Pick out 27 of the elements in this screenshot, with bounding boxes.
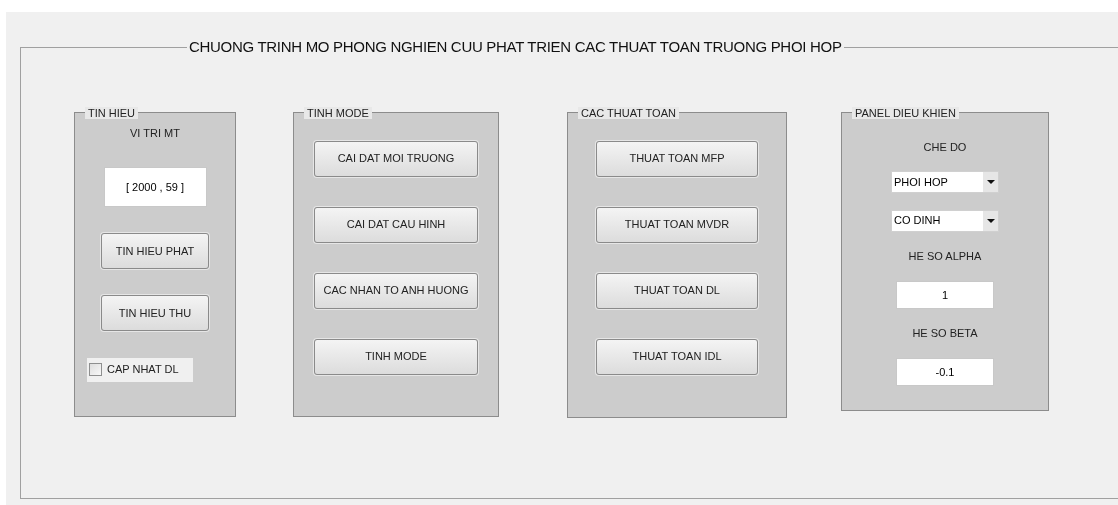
checkbox[interactable]: CAP NHAT DL	[87, 357, 193, 382]
main-title: CHUONG TRINH MO PHONG NGHIEN CUU PHAT TRIEN CAC THUAT TOAN TRUONG PHOI HOP	[188, 37, 843, 57]
field-label: HE SO ALPHA	[908, 248, 982, 264]
field-label: CHE DO	[923, 139, 967, 155]
push-button[interactable]: CAI DAT CAU HINH	[314, 206, 478, 243]
caret-down-icon	[986, 218, 995, 223]
panel-title: PANEL DIEU KHIEN	[852, 106, 959, 119]
push-button[interactable]: CAI DAT MOI TRUONG	[314, 140, 478, 177]
panel-title: TINH MODE	[304, 106, 372, 119]
push-button[interactable]: THUAT TOAN IDL	[596, 338, 758, 375]
field-label: HE SO BETA	[912, 325, 978, 341]
field-label: VI TRI MT	[130, 125, 180, 141]
dropdown[interactable]: CO DINH	[891, 209, 999, 232]
input-field[interactable]: [ 2000 , 59 ]	[103, 167, 207, 208]
input-field[interactable]: 1	[896, 280, 994, 309]
panel-title: CAC THUAT TOAN	[578, 106, 679, 119]
caret-down-icon	[986, 180, 995, 185]
push-button[interactable]: THUAT TOAN MFP	[596, 140, 758, 177]
push-button[interactable]: TIN HIEU THU	[101, 295, 209, 332]
push-button[interactable]: CAC NHAN TO ANH HUONG	[314, 272, 478, 309]
push-button[interactable]: THUAT TOAN MVDR	[596, 206, 758, 243]
push-button[interactable]: TIN HIEU PHAT	[101, 233, 209, 270]
panel-title: TIN HIEU	[85, 106, 139, 119]
dropdown[interactable]: PHOI HOP	[891, 171, 999, 194]
push-button[interactable]: TINH MODE	[314, 338, 478, 375]
input-field[interactable]: -0.1	[896, 357, 994, 386]
push-button[interactable]: THUAT TOAN DL	[596, 272, 758, 309]
